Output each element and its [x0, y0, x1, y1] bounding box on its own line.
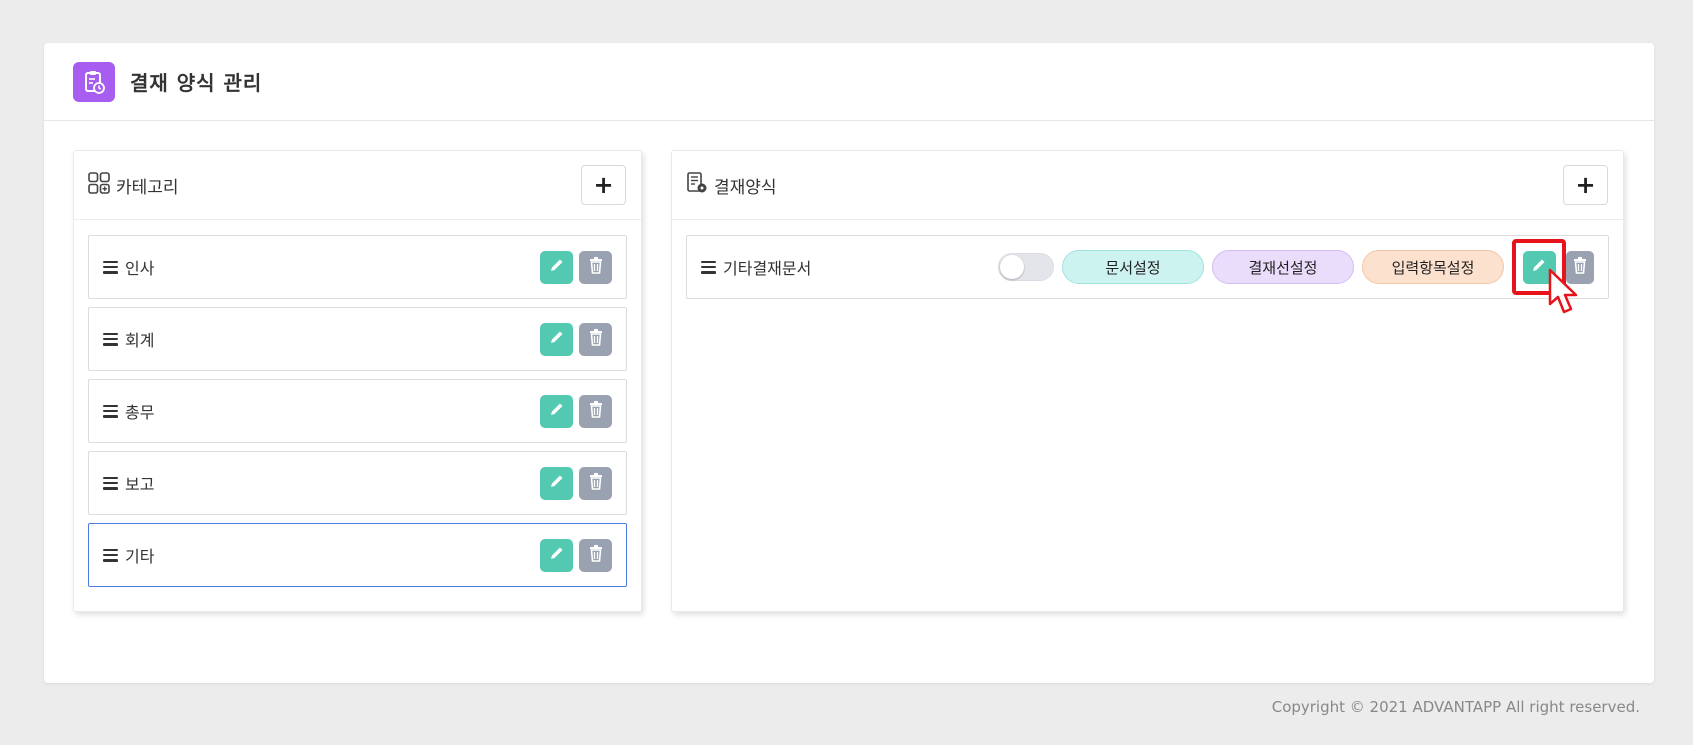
drag-handle-icon[interactable] [103, 476, 118, 490]
page-header: 결재 양식 관리 [44, 43, 1654, 121]
edit-button[interactable] [540, 466, 573, 500]
page-title: 결재 양식 관리 [130, 71, 263, 95]
trash-icon [588, 328, 604, 350]
delete-button[interactable] [579, 394, 612, 428]
edit-button[interactable] [540, 250, 573, 284]
category-panel: 카테고리 + 인사 회계 총무 보고 기타 [73, 150, 642, 612]
pencil-icon [549, 401, 565, 421]
category-item-bogo[interactable]: 보고 [88, 451, 627, 515]
toggle-knob [1000, 255, 1024, 279]
form-panel: 결재양식 + 기타결재문서 문서설정 결재선설정 입력항목설정 [671, 150, 1624, 612]
form-active-toggle[interactable] [998, 253, 1054, 281]
category-item-chongmu[interactable]: 총무 [88, 379, 627, 443]
delete-button[interactable] [579, 322, 612, 356]
category-panel-title: 카테고리 [116, 177, 179, 198]
category-item-label: 보고 [125, 475, 155, 494]
trash-icon [588, 256, 604, 278]
add-category-button[interactable]: + [581, 165, 626, 205]
drag-handle-icon[interactable] [103, 404, 118, 418]
delete-button[interactable] [579, 466, 612, 500]
category-panel-header: 카테고리 + [74, 151, 641, 220]
approval-line-settings-button[interactable]: 결재선설정 [1212, 250, 1354, 284]
grid-icon [88, 172, 110, 198]
edit-button[interactable] [540, 322, 573, 356]
trash-icon [588, 544, 604, 566]
category-item-label: 회계 [125, 331, 155, 350]
clipboard-icon [73, 61, 115, 102]
edit-button[interactable] [540, 394, 573, 428]
doc-settings-button[interactable]: 문서설정 [1062, 250, 1204, 284]
trash-icon [588, 472, 604, 494]
drag-handle-icon[interactable] [103, 260, 118, 274]
form-panel-header: 결재양식 + [672, 151, 1623, 220]
form-panel-title: 결재양식 [714, 177, 777, 198]
drag-handle-icon[interactable] [701, 260, 716, 274]
trash-icon [588, 400, 604, 422]
hand-pointer-icon [1546, 268, 1582, 324]
form-item-label: 기타결재문서 [723, 259, 812, 278]
document-settings-icon [686, 172, 708, 198]
edit-button[interactable] [540, 538, 573, 572]
drag-handle-icon[interactable] [103, 548, 118, 562]
pencil-icon [549, 473, 565, 493]
delete-button[interactable] [579, 250, 612, 284]
category-item-label: 인사 [125, 259, 155, 278]
pencil-icon [549, 329, 565, 349]
category-item-insa[interactable]: 인사 [88, 235, 627, 299]
form-list: 기타결재문서 문서설정 결재선설정 입력항목설정 [672, 220, 1623, 299]
input-field-settings-button[interactable]: 입력항목설정 [1362, 250, 1504, 284]
form-item[interactable]: 기타결재문서 문서설정 결재선설정 입력항목설정 [686, 235, 1609, 299]
category-item-label: 총무 [125, 403, 155, 422]
category-item-hoegye[interactable]: 회계 [88, 307, 627, 371]
pencil-icon [549, 257, 565, 277]
delete-button[interactable] [579, 538, 612, 572]
category-list: 인사 회계 총무 보고 기타 [74, 220, 641, 587]
category-item-label: 기타 [125, 547, 155, 566]
drag-handle-icon[interactable] [103, 332, 118, 346]
copyright-text: Copyright © 2021 ADVANTAPP All right res… [1271, 698, 1640, 716]
add-form-button[interactable]: + [1563, 165, 1608, 205]
pencil-icon [549, 545, 565, 565]
category-item-gita[interactable]: 기타 [88, 523, 627, 587]
pencil-icon [1531, 257, 1547, 277]
